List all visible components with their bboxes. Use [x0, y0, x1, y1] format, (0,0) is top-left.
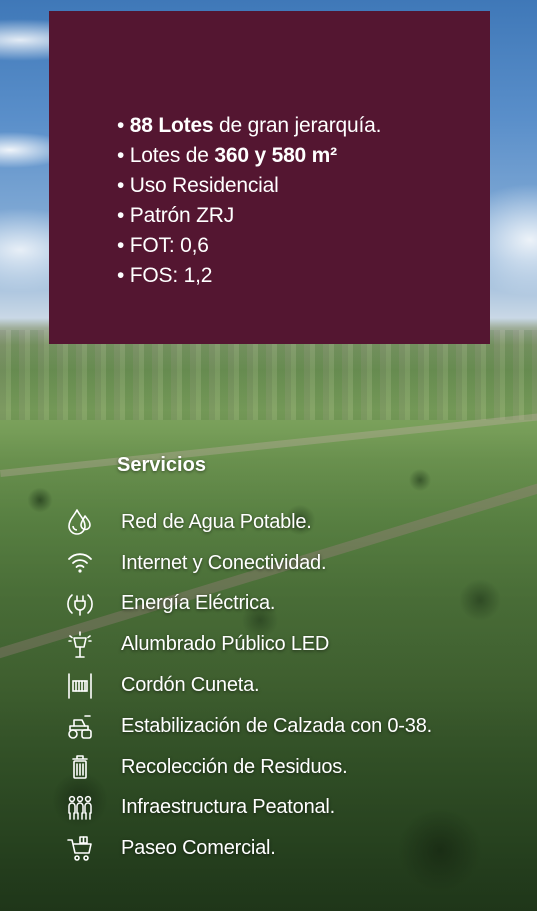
feature-pattern: • Patrón ZRJ — [117, 204, 234, 227]
service-item: Red de Agua Potable. — [60, 502, 432, 543]
feature-use: • Uso Residencial — [117, 174, 279, 197]
feature-fos: • FOS: 1,2 — [117, 264, 213, 287]
water-drop-icon — [60, 506, 100, 538]
feature-lot-sizes: • Lotes de 360 y 580 m² — [117, 144, 337, 167]
service-label: Recolección de Residuos. — [121, 755, 348, 778]
service-label: Alumbrado Público LED — [121, 633, 330, 656]
feature-lot-count: • 88 Lotes de gran jerarquía. — [117, 114, 382, 137]
service-label: Red de Agua Potable. — [121, 510, 312, 533]
service-item: Energía Eléctrica. — [60, 584, 432, 625]
curb-icon — [60, 670, 100, 702]
services-list: Red de Agua Potable. Internet y Conectiv… — [60, 502, 432, 869]
service-label: Energía Eléctrica. — [121, 592, 276, 615]
service-item: Paseo Comercial. — [60, 828, 432, 869]
service-label: Infraestructura Peatonal. — [121, 796, 336, 819]
service-item: Cordón Cuneta. — [60, 665, 432, 706]
service-item: Estabilización de Calzada con 0-38. — [60, 706, 432, 747]
road-roller-icon — [60, 710, 100, 742]
service-label: Internet y Conectividad. — [121, 551, 327, 574]
service-label: Paseo Comercial. — [121, 837, 276, 860]
service-label: Cordón Cuneta. — [121, 674, 260, 697]
service-item: Recolección de Residuos. — [60, 747, 432, 788]
feature-fot: • FOT: 0,6 — [117, 234, 209, 257]
lot-features-list: • 88 Lotes de gran jerarquía. • Lotes de… — [117, 111, 381, 291]
lot-features-panel: • 88 Lotes de gran jerarquía. • Lotes de… — [49, 11, 490, 344]
trash-bin-icon — [60, 751, 100, 783]
pedestrians-icon — [60, 792, 100, 824]
street-lamp-icon — [60, 629, 100, 661]
electric-plug-icon — [60, 588, 100, 620]
service-item: Internet y Conectividad. — [60, 543, 432, 584]
wifi-icon — [60, 547, 100, 579]
service-item: Alumbrado Público LED — [60, 624, 432, 665]
service-label: Estabilización de Calzada con 0-38. — [121, 714, 432, 737]
shopping-cart-icon — [60, 833, 100, 865]
service-item: Infraestructura Peatonal. — [60, 788, 432, 829]
services-title: Servicios — [117, 454, 206, 476]
